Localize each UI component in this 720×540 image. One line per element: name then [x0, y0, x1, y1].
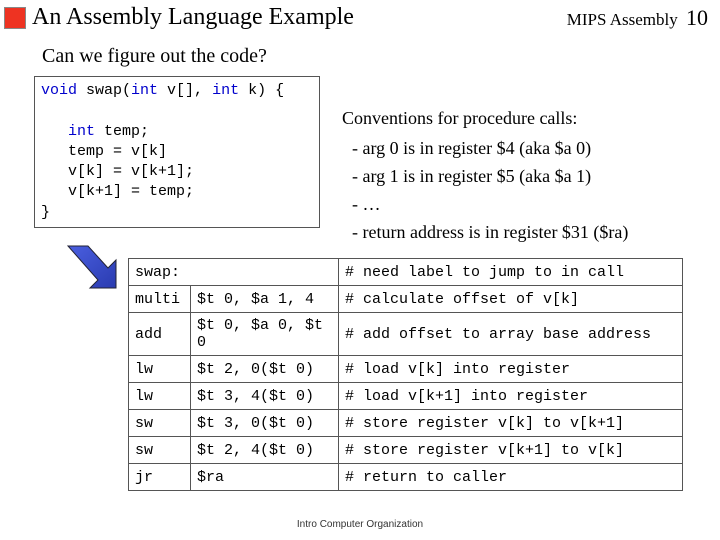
asm-op: lw [129, 383, 191, 410]
asm-row: jr $ra # return to caller [129, 464, 683, 491]
bullet-square-icon [4, 7, 26, 29]
code-text: k) { [239, 82, 284, 99]
asm-args: $t 3, 4($t 0) [191, 383, 339, 410]
asm-op: multi [129, 286, 191, 313]
asm-comment: # return to caller [339, 464, 683, 491]
asm-comment: # load v[k+1] into register [339, 383, 683, 410]
asm-row: sw $t 3, 0($t 0) # store register v[k] t… [129, 410, 683, 437]
code-kw: int [41, 123, 95, 140]
asm-row: add $t 0, $a 0, $t 0 # add offset to arr… [129, 313, 683, 356]
asm-comment: # load v[k] into register [339, 356, 683, 383]
asm-op: jr [129, 464, 191, 491]
assembly-table: swap: # need label to jump to in call mu… [128, 258, 683, 491]
conventions-bullet: - return address is in register $31 ($ra… [342, 219, 712, 247]
asm-op: add [129, 313, 191, 356]
arrow-icon [64, 242, 124, 290]
asm-comment: # add offset to array base address [339, 313, 683, 356]
asm-op: sw [129, 410, 191, 437]
asm-comment: # calculate offset of v[k] [339, 286, 683, 313]
code-text: swap( [77, 82, 131, 99]
asm-comment: # need label to jump to in call [339, 259, 683, 286]
asm-args: $t 0, $a 1, 4 [191, 286, 339, 313]
footer-text: Intro Computer Organization [0, 519, 720, 530]
code-text: v[], [158, 82, 212, 99]
asm-comment: # store register v[k+1] to v[k] [339, 437, 683, 464]
c-source-code: void swap(int v[], int k) { int temp; te… [34, 76, 320, 228]
asm-row: lw $t 2, 0($t 0) # load v[k] into regist… [129, 356, 683, 383]
asm-args: $t 0, $a 0, $t 0 [191, 313, 339, 356]
code-kw: int [212, 82, 239, 99]
code-kw: int [131, 82, 158, 99]
asm-op: sw [129, 437, 191, 464]
code-line: v[k] = v[k+1]; [41, 163, 194, 180]
code-kw: void [41, 82, 77, 99]
asm-args: $t 2, 0($t 0) [191, 356, 339, 383]
asm-args: $t 3, 0($t 0) [191, 410, 339, 437]
header-right: MIPS Assembly 10 [567, 5, 708, 31]
code-line: } [41, 204, 50, 221]
asm-label: swap: [129, 259, 339, 286]
slide-title: An Assembly Language Example [32, 4, 567, 31]
asm-label-row: swap: # need label to jump to in call [129, 259, 683, 286]
asm-args: $t 2, 4($t 0) [191, 437, 339, 464]
asm-comment: # store register v[k] to v[k+1] [339, 410, 683, 437]
code-line: temp = v[k] [41, 143, 167, 160]
conventions-block: Conventions for procedure calls: - arg 0… [342, 105, 712, 246]
asm-args: $ra [191, 464, 339, 491]
asm-row: multi $t 0, $a 1, 4 # calculate offset o… [129, 286, 683, 313]
code-line: v[k+1] = temp; [41, 183, 194, 200]
slide-header: An Assembly Language Example MIPS Assemb… [0, 0, 720, 33]
conventions-bullet: - … [342, 191, 712, 219]
asm-row: sw $t 2, 4($t 0) # store register v[k+1]… [129, 437, 683, 464]
section-label: MIPS Assembly [567, 10, 678, 29]
asm-row: lw $t 3, 4($t 0) # load v[k+1] into regi… [129, 383, 683, 410]
code-text: temp; [95, 123, 149, 140]
asm-op: lw [129, 356, 191, 383]
page-number: 10 [686, 5, 708, 30]
conventions-bullet: - arg 1 is in register $5 (aka $a 1) [342, 163, 712, 191]
subtitle: Can we figure out the code? [42, 45, 720, 68]
conventions-bullet: - arg 0 is in register $4 (aka $a 0) [342, 135, 712, 163]
conventions-heading: Conventions for procedure calls: [342, 105, 712, 133]
